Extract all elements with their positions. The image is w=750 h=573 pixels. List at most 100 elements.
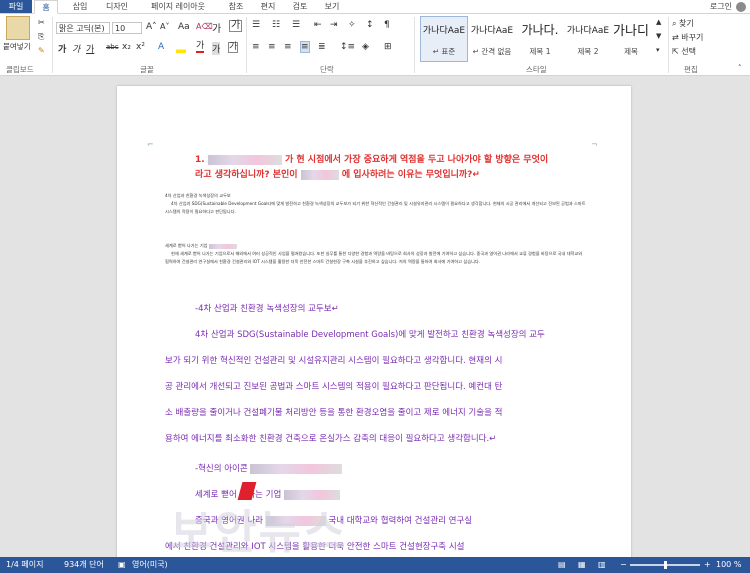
- group-divider: [52, 17, 53, 73]
- italic-icon[interactable]: 가: [72, 42, 80, 55]
- redacted-company: [207, 154, 282, 165]
- tab-review[interactable]: 검토: [286, 0, 314, 13]
- heading-line-2-start: 라고 생각하십니까? 본인이: [195, 170, 298, 180]
- proofing-icon[interactable]: ▣: [118, 557, 126, 573]
- decrease-indent-icon[interactable]: ⇤: [314, 20, 322, 30]
- web-layout-icon[interactable]: ▥: [598, 557, 606, 573]
- heading-line-1: 가 현 시점에서 가장 중요하게 역점을 두고 나아가야 할 방향은 무엇이: [284, 155, 549, 165]
- language-indicator[interactable]: 영어(미국): [132, 557, 168, 573]
- ribbon-tab-bar: 파일 홈 삽입 디자인 페이지 레이아웃 참조 편지 검토 보기 로그인: [0, 0, 750, 14]
- copy-icon[interactable]: ⎘: [38, 32, 44, 42]
- asian-layout-icon[interactable]: ✧: [348, 20, 356, 30]
- small-body: 현재 세계로 뻗어 나가는 기업으로서 해외에서 여러 성공적인 사업을 펼쳐왔…: [165, 251, 583, 264]
- tab-design[interactable]: 디자인: [100, 0, 134, 13]
- zoom-out-icon[interactable]: −: [620, 557, 627, 573]
- character-border-icon[interactable]: 가: [228, 42, 239, 53]
- document-canvas: ⌐ ¬ 1. 가 현 시점에서 가장 중요하게 역점을 두고 나아가야 할 방향…: [0, 76, 750, 557]
- print-layout-icon[interactable]: ▦: [578, 557, 586, 573]
- read-mode-icon[interactable]: ▤: [558, 557, 566, 573]
- style-label: 제목: [624, 47, 638, 56]
- style-label: 제목 2: [577, 47, 599, 56]
- numbering-icon[interactable]: ☷: [272, 20, 280, 30]
- enclose-characters-icon[interactable]: 가: [229, 20, 243, 32]
- bullets-icon[interactable]: ☰: [252, 20, 260, 30]
- heading-line-2-end: 에 입사하려는 이유는 무엇입니까?↵: [341, 170, 480, 180]
- zoom-level[interactable]: 100 %: [716, 557, 741, 573]
- style-title[interactable]: 가나디 제목: [606, 16, 656, 62]
- highlight-color-icon[interactable]: [176, 41, 186, 53]
- shrink-font-icon[interactable]: A˅: [160, 22, 169, 31]
- text-effects-icon[interactable]: A: [158, 42, 164, 52]
- tab-insert[interactable]: 삽입: [66, 0, 94, 13]
- font-name-select[interactable]: 맑은 고딕(본): [56, 22, 110, 34]
- tab-home[interactable]: 홈: [34, 0, 58, 14]
- style-heading-1[interactable]: 가나다. 제목 1: [516, 16, 564, 62]
- zoom-in-icon[interactable]: +: [704, 557, 711, 573]
- select-icon: ⇱: [672, 47, 682, 56]
- style-normal[interactable]: 가나다AaE ↵ 표준: [420, 16, 468, 62]
- clear-formatting-icon[interactable]: A⌫: [196, 22, 213, 31]
- underline-icon[interactable]: 가: [86, 42, 94, 55]
- character-shading-icon[interactable]: 가: [212, 42, 221, 55]
- multilevel-list-icon[interactable]: ☰: [292, 20, 300, 30]
- word-count[interactable]: 934개 단어: [64, 557, 104, 573]
- style-sample: 가나다AaE: [470, 26, 514, 36]
- style-heading-2[interactable]: 가나다AaE 제목 2: [564, 16, 612, 62]
- grow-font-icon[interactable]: A˄: [146, 22, 157, 32]
- collapse-ribbon-icon[interactable]: ˄: [738, 64, 742, 72]
- redacted-company: [300, 169, 339, 180]
- font-color-icon[interactable]: 가: [196, 42, 205, 53]
- find-button[interactable]: ⌕ 찾기: [672, 18, 694, 29]
- align-center-icon[interactable]: ≡: [268, 42, 276, 52]
- subscript-icon[interactable]: x₂: [122, 42, 131, 52]
- line-spacing-icon[interactable]: ↕≡: [340, 42, 355, 52]
- replace-button[interactable]: ⇄ 바꾸기: [672, 32, 703, 43]
- margin-corner-mark: ⌐: [147, 140, 154, 149]
- select-label: 선택: [681, 47, 696, 56]
- distributed-icon[interactable]: ≣: [318, 42, 326, 52]
- bold-icon[interactable]: 가: [58, 42, 66, 55]
- font-size-select[interactable]: 10: [112, 22, 142, 34]
- styles-scroll-up-icon[interactable]: ▲: [656, 18, 661, 26]
- page-count[interactable]: 1/4 페이지: [6, 557, 44, 573]
- strikethrough-icon[interactable]: abc: [106, 43, 119, 51]
- shading-icon[interactable]: ◈: [362, 42, 369, 52]
- change-case-button[interactable]: Aa: [178, 22, 190, 32]
- section-title: -혁신의 아이콘: [165, 456, 595, 482]
- group-divider: [246, 17, 247, 73]
- body-line: 보가 되기 위한 혁신적인 건설관리 및 시설유지관리 시스템이 필요하다고 생…: [165, 356, 503, 366]
- tab-view[interactable]: 보기: [318, 0, 346, 13]
- tab-page-layout[interactable]: 페이지 레이아웃: [142, 0, 214, 13]
- small-title: 세계로 뻗어 나가는 기업: [165, 242, 587, 250]
- find-label: 찾기: [679, 19, 694, 28]
- select-button[interactable]: ⇱ 선택: [672, 46, 696, 57]
- show-marks-icon[interactable]: ¶: [384, 20, 390, 30]
- increase-indent-icon[interactable]: ⇥: [330, 20, 338, 30]
- justify-icon[interactable]: ≡: [300, 41, 310, 53]
- format-painter-icon[interactable]: ✎: [38, 46, 45, 55]
- sign-in-link[interactable]: 로그인: [710, 0, 732, 13]
- group-divider: [414, 17, 415, 73]
- align-right-icon[interactable]: ≡: [284, 42, 292, 52]
- cut-icon[interactable]: ✂: [38, 18, 45, 27]
- redacted-company: [208, 243, 237, 249]
- tab-references[interactable]: 참조: [222, 0, 250, 13]
- zoom-slider-thumb[interactable]: [664, 561, 667, 569]
- styles-more-icon[interactable]: ▾: [656, 46, 660, 54]
- body-line: 4차 산업과 SDG(Sustainable Development Goals…: [195, 330, 545, 340]
- style-sample: 가나다.: [521, 23, 559, 37]
- body-line: 소 배출량을 줄이거나 건설폐기물 처리방안 등을 통한 환경오염을 줄이고 제…: [165, 408, 503, 418]
- superscript-icon[interactable]: x²: [136, 42, 145, 52]
- document-page[interactable]: ⌐ ¬ 1. 가 현 시점에서 가장 중요하게 역점을 두고 나아가야 할 방향…: [117, 86, 631, 557]
- align-left-icon[interactable]: ≡: [252, 42, 260, 52]
- styles-scroll-down-icon[interactable]: ▼: [656, 32, 661, 40]
- tab-mailings[interactable]: 편지: [254, 0, 282, 13]
- user-avatar-icon[interactable]: [736, 2, 746, 12]
- style-no-spacing[interactable]: 가나다AaE ↵ 간격 없음: [468, 16, 516, 62]
- borders-icon[interactable]: ⊞: [384, 42, 392, 52]
- phonetic-guide-icon[interactable]: 가: [212, 20, 221, 35]
- paste-button[interactable]: 붙여넣기: [3, 41, 31, 52]
- tab-file[interactable]: 파일: [0, 0, 32, 13]
- paste-icon[interactable]: [6, 16, 30, 40]
- sort-icon[interactable]: ↕: [366, 20, 374, 30]
